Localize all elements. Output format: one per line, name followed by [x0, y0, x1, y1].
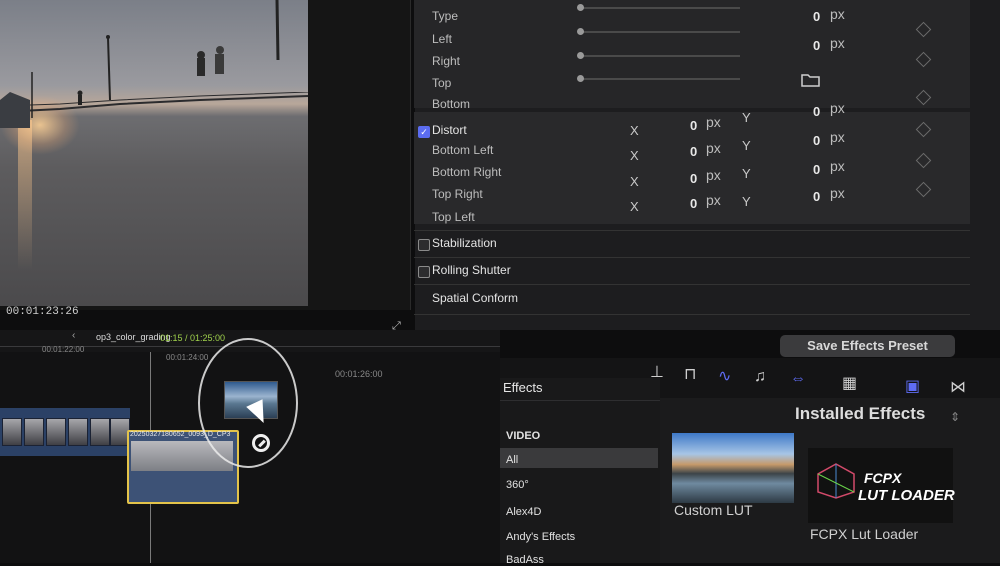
installed-effects-dropdown[interactable]: Installed Effects [795, 404, 925, 424]
viewer-image [0, 0, 308, 306]
bottom-right-y-unit: px [830, 158, 845, 174]
save-effects-preset-button[interactable]: Save Effects Preset [780, 335, 955, 357]
top-right-y-axis: Y [742, 194, 751, 209]
ruler-timecode: 00:01:24:00 [166, 353, 209, 362]
ruler-timecode: 00:01:22:00 [42, 345, 85, 354]
custom-lut-thumbnail[interactable] [672, 433, 794, 503]
stabilization-label: Stabilization [432, 236, 497, 250]
distort-bottom-left-label: Bottom Left [432, 143, 494, 157]
distort-top-right-label: Top Right [432, 187, 483, 201]
clip-frame [24, 418, 44, 446]
distort-y-unit: px [830, 100, 845, 116]
distort-bottom-right-label: Bottom Right [432, 165, 502, 179]
crop-right-knob[interactable] [577, 52, 584, 59]
top-right-x-value[interactable]: 0 [690, 196, 697, 211]
effects-category-selected-bg [500, 448, 658, 468]
crop-group [414, 0, 970, 108]
transitions-browser-icon[interactable]: ⋈ [950, 377, 966, 397]
headphones-icon[interactable]: ♫ [754, 368, 766, 386]
top-right-x-axis: X [630, 199, 639, 214]
effects-title: Effects [503, 380, 543, 395]
crop-type-label: Type [432, 9, 459, 23]
clip-frame [2, 418, 22, 446]
crop-left-knob[interactable] [577, 28, 584, 35]
rolling-shutter-label: Rolling Shutter [432, 263, 511, 277]
crop-type-knob[interactable] [577, 4, 584, 11]
sun-reflection [18, 120, 32, 270]
chevron-updown-icon[interactable]: ⇕ [950, 410, 960, 424]
crop-top-slider[interactable] [580, 78, 740, 80]
ruler-timecode: 00:01:26:00 [335, 369, 383, 379]
crop-top-label: Top [432, 76, 452, 90]
back-arrow-icon[interactable]: ‹ [72, 330, 75, 341]
spatial-conform-label[interactable]: Spatial Conform [432, 291, 518, 305]
crop-left-unit: px [830, 35, 845, 51]
distort-x-unit: px [706, 114, 721, 130]
not-allowed-icon [252, 434, 270, 452]
crop-left-value[interactable]: 0 [813, 38, 820, 53]
clip-frame [90, 418, 110, 446]
bottom-left-y-unit: px [830, 129, 845, 145]
bottom-right-y-value[interactable]: 0 [813, 162, 820, 177]
crop-top-knob[interactable] [577, 75, 584, 82]
fcpx-lut-loader-label: FCPX Lut Loader [810, 526, 919, 542]
crop-right-slider[interactable] [580, 55, 740, 57]
effects-category-alex4d[interactable]: Alex4D [506, 506, 541, 518]
effects-category-badass[interactable]: BadAss [506, 554, 544, 566]
distort-x-axis: X [630, 123, 639, 138]
distort-y-axis: Y [742, 110, 751, 125]
snapping-icon[interactable]: ⇔ [790, 370, 806, 388]
folder-icon[interactable] [800, 72, 822, 88]
effects-category-andys-effects[interactable]: Andy's Effects [506, 531, 575, 543]
crop-right-label: Right [432, 54, 461, 68]
lamp-posts [0, 0, 280, 128]
distort-top-left-label: Top Left [432, 210, 475, 224]
insert-clip-icon[interactable]: ⊓ [684, 364, 696, 384]
bottom-right-x-value[interactable]: 0 [690, 171, 697, 186]
bottom-left-y-value[interactable]: 0 [813, 133, 820, 148]
custom-lut-label: Custom LUT [674, 502, 753, 518]
crop-bottom-label: Bottom [432, 97, 471, 111]
crop-left-slider[interactable] [580, 31, 740, 33]
audio-waveform-icon[interactable]: ∿ [718, 366, 731, 386]
bottom-right-y-axis: Y [742, 166, 751, 181]
crop-type-value[interactable]: 0 [813, 9, 820, 24]
effects-category-header: VIDEO [506, 430, 541, 442]
cube-icon [817, 463, 855, 499]
stabilization-checkbox[interactable] [418, 239, 430, 251]
crop-type-unit: px [830, 6, 845, 22]
top-right-x-unit: px [706, 192, 721, 208]
bottom-right-x-unit: px [706, 167, 721, 183]
distort-label: Distort [432, 123, 467, 137]
bottom-left-x-axis: X [630, 148, 639, 163]
crop-type-slider[interactable] [580, 7, 740, 9]
divider [414, 314, 970, 315]
clip-frame [46, 418, 66, 446]
top-right-y-value[interactable]: 0 [813, 189, 820, 204]
effects-category-360[interactable]: 360° [506, 479, 529, 491]
distort-y-value[interactable]: 0 [813, 104, 820, 119]
distort-checkbox[interactable]: ✓ [418, 126, 430, 138]
divider [414, 257, 970, 258]
bottom-left-x-value[interactable]: 0 [690, 144, 697, 159]
lut-loader-thumb-text: LUT LOADER [858, 487, 955, 504]
effects-category-all[interactable]: All [506, 454, 518, 466]
viewer-timecode: 00:01:23:26 [6, 306, 79, 318]
top-right-y-unit: px [830, 185, 845, 201]
film-strip-icon[interactable]: ▦ [842, 373, 857, 393]
project-duration: 01:15 / 01:25:00 [160, 333, 226, 343]
crop-left-label: Left [432, 32, 453, 46]
divider [414, 230, 970, 231]
distort-x-value[interactable]: 0 [690, 118, 697, 133]
clip-frame [68, 418, 88, 446]
timeline-clip[interactable] [0, 408, 130, 456]
divider [500, 400, 660, 401]
fcpx-thumb-text: FCPX [864, 470, 902, 486]
bottom-right-x-axis: X [630, 174, 639, 189]
divider [414, 284, 970, 285]
rolling-shutter-checkbox[interactable] [418, 266, 430, 278]
bottom-left-x-unit: px [706, 140, 721, 156]
effects-browser-icon[interactable]: ▣ [905, 376, 920, 396]
bottom-left-y-axis: Y [742, 138, 751, 153]
